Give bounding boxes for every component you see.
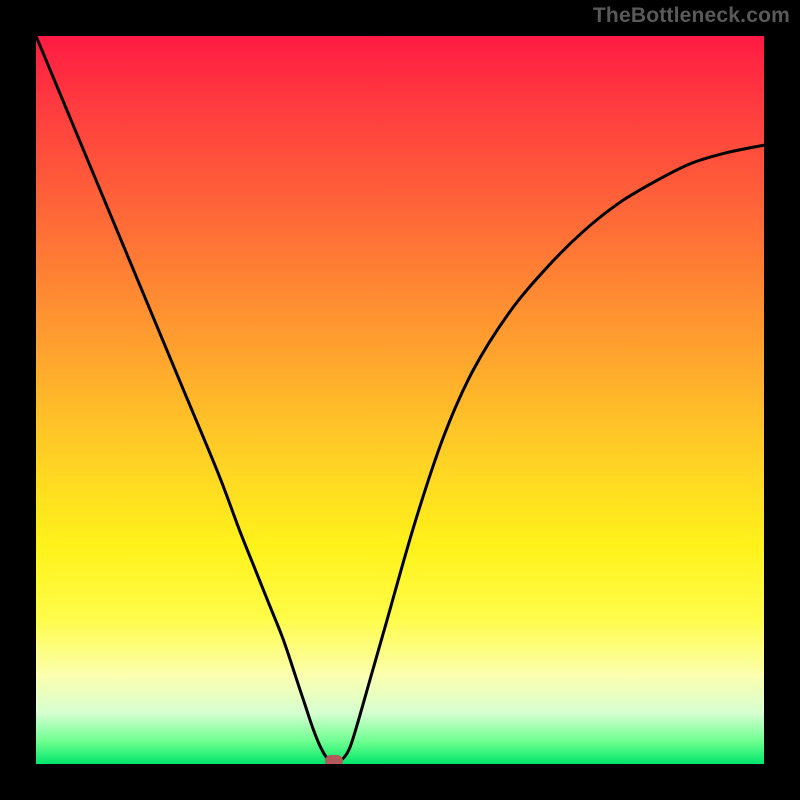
optimal-point-marker xyxy=(325,755,343,764)
chart-frame: TheBottleneck.com xyxy=(0,0,800,800)
watermark-text: TheBottleneck.com xyxy=(593,4,790,28)
bottleneck-curve xyxy=(36,36,764,764)
plot-area xyxy=(36,36,764,764)
